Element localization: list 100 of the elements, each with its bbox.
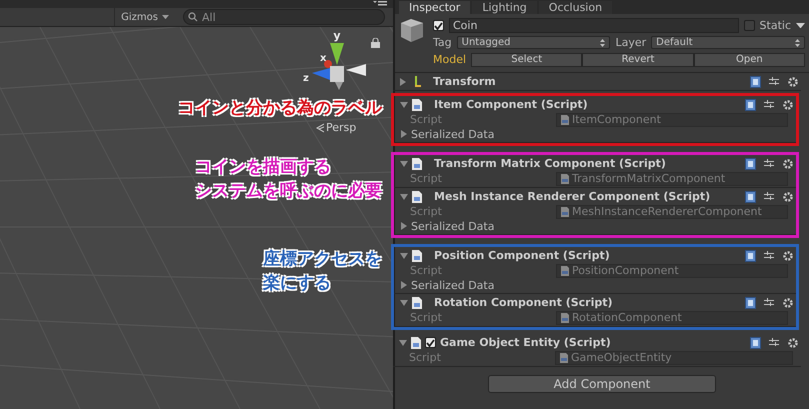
sliders-icon[interactable] <box>764 191 774 202</box>
checkmark-icon <box>426 338 435 346</box>
annotation-label: コインと分かる為のラベル <box>178 97 382 120</box>
gizmos-dropdown[interactable]: Gizmos <box>114 8 175 26</box>
angle-bracket-icon <box>316 122 324 132</box>
component-title: Rotation Component (Script) <box>434 296 613 309</box>
serialized-data-label[interactable]: Serialized Data <box>411 128 494 140</box>
panel-tab[interactable]: Inspector <box>399 1 470 14</box>
gear-icon[interactable] <box>787 76 799 88</box>
annotation-label: コインを描画する <box>195 156 332 179</box>
script-file-icon <box>412 296 422 308</box>
script-file-icon <box>561 206 569 216</box>
model-label: Model <box>433 53 466 66</box>
help-icon[interactable] <box>745 98 756 110</box>
script-label: Script <box>410 172 443 185</box>
gear-icon[interactable] <box>782 158 794 170</box>
help-icon[interactable] <box>750 336 761 348</box>
sliders-icon[interactable] <box>764 99 774 110</box>
foldout-arrow-icon[interactable] <box>399 78 407 86</box>
script-label: Script <box>410 264 443 277</box>
help-icon[interactable] <box>745 158 756 170</box>
search-field[interactable]: All <box>183 9 385 25</box>
annotation-label: システムを呼ぶのに必要 <box>195 180 382 203</box>
script-field[interactable]: ItemComponent <box>556 112 788 126</box>
model-button[interactable]: Open <box>694 52 806 66</box>
serialized-data-label[interactable]: Serialized Data <box>411 278 494 292</box>
enabled-checkbox[interactable] <box>425 337 436 348</box>
object-name-field[interactable]: Coin <box>449 18 739 33</box>
script-field[interactable]: MeshInstanceRendererComponent <box>556 204 788 218</box>
foldout-arrow-icon[interactable] <box>400 130 408 138</box>
checkmark-icon <box>434 22 443 30</box>
foldout-arrow-icon[interactable] <box>400 222 408 230</box>
script-label: Script <box>410 311 443 324</box>
annotation-label: 座標アクセスを <box>263 248 382 271</box>
component-title: Transform Matrix Component (Script) <box>434 157 666 170</box>
cube-icon <box>399 17 425 45</box>
gear-icon[interactable] <box>782 190 794 202</box>
foldout-arrow-icon[interactable] <box>400 192 408 200</box>
script-file-icon <box>412 190 422 202</box>
orientation-gizmo-drawing[interactable]: y x z <box>300 28 372 90</box>
script-file-icon <box>412 158 422 170</box>
sliders-icon[interactable] <box>764 250 774 261</box>
dropdown-caret-icon[interactable] <box>796 22 805 28</box>
panel-tab[interactable]: Lighting <box>472 1 537 14</box>
component-title: Item Component (Script) <box>434 98 588 111</box>
static-checkbox[interactable] <box>744 20 755 31</box>
gear-icon[interactable] <box>787 336 799 348</box>
layer-label: Layer <box>615 36 646 49</box>
sliders-icon[interactable] <box>764 297 774 308</box>
script-field[interactable]: RotationComponent <box>556 310 788 324</box>
sliders-icon[interactable] <box>764 158 774 169</box>
layer-dropdown[interactable]: Default <box>651 36 806 49</box>
script-field[interactable]: PositionComponent <box>556 264 788 278</box>
up-down-caret-icon <box>795 38 800 46</box>
script-label: Script <box>409 351 442 364</box>
script-file-icon <box>560 352 568 362</box>
script-file-icon <box>561 266 569 276</box>
component-title: Position Component (Script) <box>434 249 610 262</box>
serialized-data-label[interactable]: Serialized Data <box>411 220 494 232</box>
menu-icon[interactable] <box>373 0 387 8</box>
foldout-arrow-icon[interactable] <box>400 160 408 168</box>
active-checkbox[interactable] <box>433 20 444 31</box>
lock-icon[interactable] <box>371 38 380 48</box>
script-file-icon <box>561 312 569 322</box>
help-icon[interactable] <box>745 250 756 262</box>
component-title: Mesh Instance Renderer Component (Script) <box>434 190 710 203</box>
script-file-icon <box>561 174 569 184</box>
foldout-arrow-icon[interactable] <box>400 252 408 260</box>
script-field[interactable]: TransformMatrixComponent <box>556 172 788 186</box>
model-button[interactable]: Select <box>471 52 582 66</box>
tag-label: Tag <box>433 36 452 49</box>
script-file-icon <box>412 250 422 262</box>
script-file-icon <box>412 98 422 110</box>
component-title: Transform <box>433 75 496 88</box>
gear-icon[interactable] <box>782 296 794 308</box>
script-file-icon <box>411 336 421 348</box>
foldout-arrow-icon[interactable] <box>400 281 408 289</box>
dropdown-caret-icon[interactable] <box>162 14 169 20</box>
foldout-arrow-icon[interactable] <box>400 100 408 108</box>
help-icon[interactable] <box>750 76 761 88</box>
script-field[interactable]: GameObjectEntity <box>555 350 793 364</box>
up-down-caret-icon <box>600 38 606 46</box>
foldout-arrow-icon[interactable] <box>400 298 408 306</box>
script-file-icon <box>561 114 569 124</box>
sliders-icon[interactable] <box>769 76 779 87</box>
sliders-icon[interactable] <box>769 337 779 348</box>
help-icon[interactable] <box>745 296 756 308</box>
help-icon[interactable] <box>745 190 756 202</box>
foldout-arrow-icon[interactable] <box>399 338 407 346</box>
add-component-button[interactable]: Add Component <box>488 375 716 393</box>
model-button[interactable]: Revert <box>582 52 694 66</box>
gear-icon[interactable] <box>782 98 794 110</box>
gear-icon[interactable] <box>782 250 794 262</box>
component-title: Game Object Entity (Script) <box>440 336 611 349</box>
annotation-label: 楽にする <box>263 272 332 295</box>
static-label: Static <box>760 19 791 32</box>
script-label: Script <box>410 113 443 126</box>
panel-tab[interactable]: Occlusion <box>538 1 612 14</box>
tag-dropdown[interactable]: Untagged <box>456 36 610 49</box>
perspective-label[interactable]: Persp <box>326 121 356 134</box>
